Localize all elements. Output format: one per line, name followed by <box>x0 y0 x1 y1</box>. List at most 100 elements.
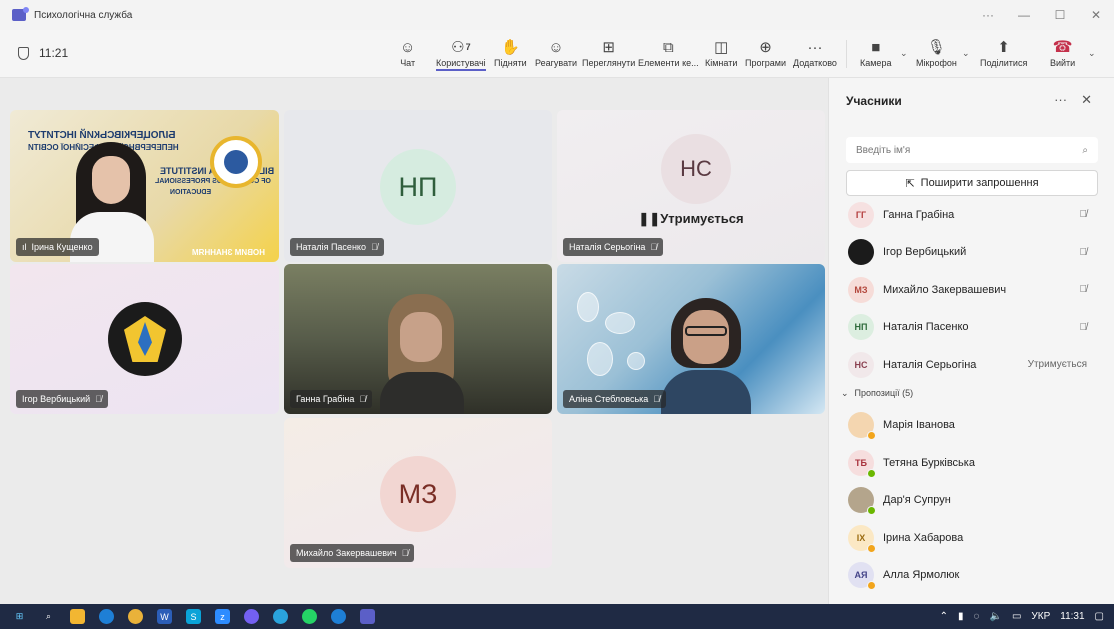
more-button[interactable]: ··· Додатково <box>793 36 837 69</box>
chevron-up-icon[interactable]: ⌃ <box>940 611 948 622</box>
clock[interactable]: 11:31 <box>1060 611 1084 622</box>
plus-icon: ⊕ <box>759 39 772 56</box>
share-icon: ⬆ <box>997 39 1010 56</box>
share-link-icon: ⇱ <box>905 177 915 190</box>
close-button[interactable]: ✕ <box>1078 0 1114 30</box>
panel-title: Учасники <box>846 94 902 108</box>
participant-row[interactable]: Ігор Вербицький 🎙̸ <box>829 234 1114 271</box>
avatar: НС <box>848 351 874 378</box>
windows-taskbar: ⊞ ⌕ W S z ⌃ ▮ ◌ 🔈 ▭ УКР 11:31 ▢ <box>0 604 1114 629</box>
share-button[interactable]: ⬆ Поділитися <box>980 36 1027 68</box>
raise-hand-button[interactable]: ✋ Підняти <box>494 36 527 68</box>
avatar <box>848 487 876 515</box>
notifications-icon[interactable]: ▢ <box>1095 611 1104 622</box>
mic-off-icon: 🎙̸ <box>359 394 367 404</box>
view-button[interactable]: ⊞ Переглянути <box>582 36 635 68</box>
participant-search-input[interactable]: Введіть ім'я ⌕ <box>846 137 1098 163</box>
mic-button[interactable]: 🎙 Мікрофон <box>916 36 957 68</box>
avatar: ІХ <box>848 524 876 553</box>
maximize-button[interactable]: ☐ <box>1042 0 1078 30</box>
keyboard-icon[interactable]: ▭ <box>1012 611 1021 622</box>
participant-row[interactable]: МЗ Михайло Закервашевич 🎙̸ <box>829 271 1114 308</box>
suggested-participant-row[interactable]: Дар'я Супрун <box>829 482 1114 519</box>
network-icon[interactable]: ◌ <box>974 611 980 622</box>
participant-row[interactable]: НП Наталія Пасенко 🎙̸ <box>829 309 1114 346</box>
participant-name: Ганна Грабіна <box>883 208 955 221</box>
mic-off-icon: 🎙̸ <box>653 394 661 404</box>
edge-icon[interactable] <box>99 609 114 624</box>
mic-chevron-icon[interactable]: ⌄ <box>962 48 970 59</box>
hand-icon: ✋ <box>501 39 520 56</box>
start-icon[interactable]: ⊞ <box>12 609 27 624</box>
whatsapp-icon[interactable] <box>302 609 317 624</box>
participant-tile[interactable]: Ігор Вербицький 🎙̸ <box>10 264 279 414</box>
teams-taskbar-icon[interactable] <box>360 609 375 624</box>
more-options-icon[interactable]: ··· <box>970 0 1006 30</box>
minimize-button[interactable]: — <box>1006 0 1042 30</box>
react-button[interactable]: ☺ Реагувати <box>535 36 577 69</box>
zoom-icon[interactable]: z <box>215 609 230 624</box>
leave-button[interactable]: ☎ Вийти <box>1050 36 1075 68</box>
elements-button[interactable]: ⧉ Елементи ке... <box>638 36 699 69</box>
volume-icon[interactable]: 🔈 <box>989 611 1001 622</box>
grid-icon: ⊞ <box>602 39 615 56</box>
telegram-icon[interactable] <box>273 609 288 624</box>
participant-name: Ірина Хабарова <box>883 531 964 544</box>
viber-icon[interactable] <box>244 609 259 624</box>
apps-button[interactable]: ⊕ Програми <box>745 36 786 68</box>
participant-tile[interactable]: НП Наталія Пасенко 🎙̸ <box>284 110 552 262</box>
skype-icon[interactable]: S <box>186 609 201 624</box>
participant-row[interactable]: ГГ Ганна Грабіна 🎙̸ <box>829 196 1114 233</box>
toolbar-divider <box>846 40 847 68</box>
chat-button[interactable]: ☺ Чат <box>400 36 415 69</box>
participant-row[interactable]: НС Наталія Серьогіна Утримується <box>829 346 1114 383</box>
name-tag: Михайло Закервашевич 🎙̸ <box>290 544 415 562</box>
participant-tile[interactable]: Аліна Стебловська 🎙̸ <box>557 264 825 414</box>
camera-button[interactable]: ■ Камера <box>860 36 891 69</box>
system-tray: ⌃ ▮ ◌ 🔈 ▭ УКР 11:31 ▢ <box>940 604 1104 629</box>
window-title: Психологічна служба <box>34 9 133 21</box>
battery-icon[interactable]: ▮ <box>958 611 964 622</box>
name-tag: Наталія Пасенко 🎙̸ <box>290 238 384 256</box>
participant-tile[interactable]: Ганна Грабіна 🎙̸ <box>284 264 552 414</box>
suggested-participant-row[interactable]: Марія Іванова <box>829 407 1114 444</box>
browser-icon[interactable] <box>331 609 346 624</box>
chrome-icon[interactable] <box>128 609 143 624</box>
avatar: МЗ <box>848 276 874 303</box>
participant-name: Тетяна Бурківська <box>883 456 975 469</box>
panel-more-icon[interactable]: ··· <box>1054 92 1067 108</box>
panel-close-icon[interactable]: ✕ <box>1081 92 1092 108</box>
participant-name: Михайло Закервашевич <box>883 283 1007 296</box>
timer-text: 11:21 <box>39 46 69 60</box>
participant-name: Дар'я Супрун <box>883 494 951 506</box>
participant-tile[interactable]: БІЛОЦЕРКІВСЬКИЙ ІНСТИТУТ НЕПЕРЕРВНОЇ ПРО… <box>10 110 279 262</box>
participant-tile[interactable]: НС ❚❚ Утримується Наталія Серьогіна 🎙̸ <box>557 110 825 262</box>
suggestions-section-header[interactable]: ⌄ Пропозиції (5) <box>841 388 913 399</box>
pause-icon: ❚❚ <box>638 211 661 226</box>
name-tag: ıl Ірина Кущенко <box>16 238 99 256</box>
avatar: ГГ <box>848 201 874 228</box>
video-stage: БІЛОЦЕРКІВСЬКИЙ ІНСТИТУТ НЕПЕРЕРВНОЇ ПРО… <box>0 78 828 604</box>
leave-chevron-icon[interactable]: ⌄ <box>1088 48 1096 59</box>
mic-off-icon: 🎙̸ <box>1079 321 1088 333</box>
share-invite-button[interactable]: ⇱ Поширити запрошення <box>846 170 1098 196</box>
word-icon[interactable]: W <box>157 609 172 624</box>
title-bar: Психологічна служба ··· — ☐ ✕ <box>0 0 1114 30</box>
avatar: НС <box>661 134 731 204</box>
camera-chevron-icon[interactable]: ⌄ <box>900 48 908 59</box>
search-icon[interactable]: ⌕ <box>41 609 56 624</box>
participant-name: Алла Ярмолюк <box>883 569 960 581</box>
people-button[interactable]: ⚇ 7 Користувачі <box>436 36 486 71</box>
teams-icon <box>12 7 29 21</box>
search-icon: ⌕ <box>1082 144 1088 156</box>
suggested-participant-row[interactable]: ІХ Ірина Хабарова <box>829 519 1114 556</box>
hold-status: ❚❚ Утримується <box>638 211 744 226</box>
participant-name: Марія Іванова <box>883 419 955 431</box>
suggested-participant-row[interactable]: ТБ Тетяна Бурківська <box>829 444 1114 481</box>
rooms-button[interactable]: ◫ Кімнати <box>705 36 737 68</box>
file-explorer-icon[interactable] <box>70 609 85 624</box>
language-indicator[interactable]: УКР <box>1031 611 1050 622</box>
participants-panel: Учасники ··· ✕ Введіть ім'я ⌕ ⇱ Поширити… <box>828 78 1114 604</box>
participant-tile[interactable]: МЗ Михайло Закервашевич 🎙̸ <box>284 418 552 568</box>
suggested-participant-row[interactable]: АЯ Алла Ярмолюк <box>829 557 1114 594</box>
